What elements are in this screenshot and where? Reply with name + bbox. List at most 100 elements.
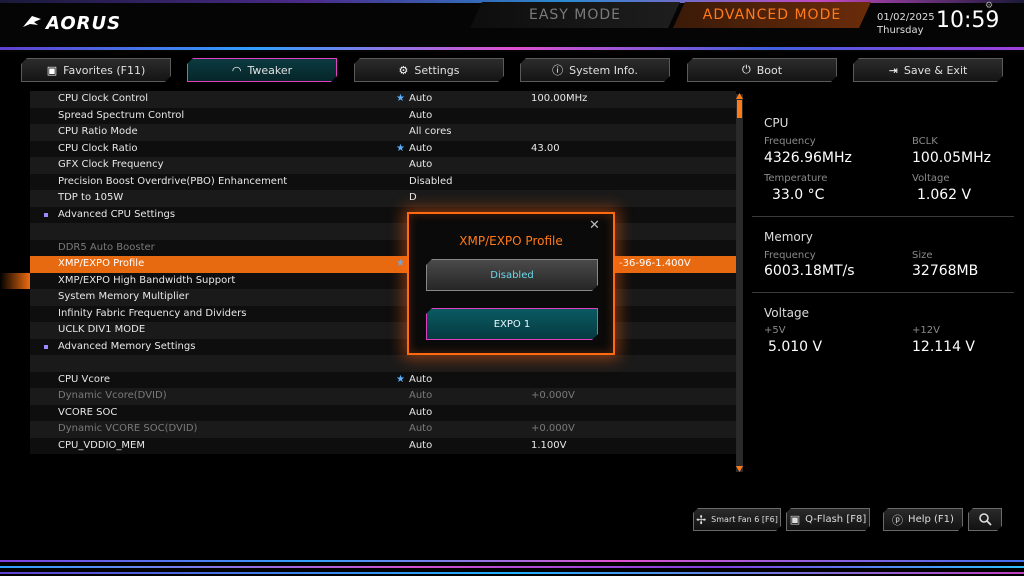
tab-save-exit[interactable]: ⇥ Save & Exit (853, 58, 1003, 82)
cpu-frequency-value: 4326.96MHz (764, 150, 852, 166)
search-icon (979, 513, 992, 526)
setting-label: System Memory Multiplier (58, 291, 189, 302)
setting-row[interactable]: Advanced Memory Settings (30, 338, 736, 355)
smart-fan-button[interactable]: ✢ Smart Fan 6 [F6] (693, 508, 781, 531)
setting-label: CPU Ratio Mode (58, 126, 138, 137)
logo-text: AORUS (46, 12, 122, 34)
memory-frequency-label: Frequency (764, 250, 816, 261)
setting-row[interactable]: Infinity Fabric Frequency and Dividers (30, 305, 736, 322)
fan-icon: ✢ (696, 512, 707, 527)
date-text: 01/02/2025 (877, 12, 935, 23)
tab-label: Settings (414, 63, 460, 77)
help-button[interactable]: ⓟ Help (F1) (883, 508, 963, 531)
day-text: Thursday (877, 25, 924, 36)
setting-label: Dynamic Vcore(DVID) (58, 390, 167, 401)
cpu-temperature-value: 33.0 °C (772, 187, 825, 203)
advanced-mode-button[interactable]: ADVANCED MODE (673, 2, 871, 28)
date-display: 01/02/2025 Thursday (877, 11, 935, 37)
tab-settings[interactable]: ⚙ Settings (354, 58, 504, 82)
setting-label: Advanced Memory Settings (58, 340, 196, 352)
favorite-star-icon[interactable]: ★ (396, 141, 405, 158)
gear-icon: ⚙ (398, 63, 409, 77)
setting-value[interactable]: D (409, 190, 417, 207)
footer-stripe (0, 566, 1024, 568)
setting-value[interactable]: Auto (409, 372, 432, 389)
setting-row[interactable]: CPU Vcore ★ Auto (30, 371, 736, 389)
setting-value[interactable]: Auto (409, 388, 432, 405)
qflash-button[interactable]: ▣ Q-Flash [F8] (786, 508, 870, 531)
scrollbar-thumb[interactable] (737, 100, 742, 118)
setting-value[interactable]: Disabled (409, 174, 452, 191)
favorite-star-icon[interactable]: ★ (396, 372, 405, 389)
setting-row[interactable]: XMP/EXPO Profile ★ -36-96-1.400V (30, 256, 736, 273)
memory-size-value: 32768MB (912, 263, 979, 279)
setting-row[interactable]: Dynamic Vcore(DVID) Auto +0.000V (30, 388, 736, 405)
setting-row[interactable]: XMP/EXPO High Bandwidth Support (30, 272, 736, 289)
setting-value[interactable]: Auto (409, 108, 432, 125)
option-expo1-button[interactable]: EXPO 1 (426, 308, 598, 340)
setting-value[interactable]: Auto (409, 405, 432, 422)
setting-row[interactable]: GFX Clock Frequency Auto (30, 157, 736, 174)
setting-row[interactable]: Dynamic VCORE SOC(DVID) Auto +0.000V (30, 421, 736, 438)
setting-row[interactable]: CPU Clock Ratio ★ Auto 43.00 (30, 140, 736, 158)
v12-value: 12.114 V (912, 339, 976, 355)
bclk-label: BCLK (912, 136, 938, 147)
setting-value[interactable]: Auto (409, 157, 432, 174)
aorus-eagle-icon (23, 16, 41, 27)
setting-value[interactable]: Auto (409, 91, 432, 108)
setting-row[interactable]: TDP to 105W D (30, 190, 736, 207)
setting-label: CPU Clock Ratio (58, 142, 138, 154)
setting-row[interactable]: Advanced CPU Settings (30, 206, 736, 223)
option-disabled-button[interactable]: Disabled (426, 259, 598, 291)
setting-value[interactable]: Auto (409, 141, 432, 158)
tab-tweaker[interactable]: ◠ Tweaker (187, 58, 337, 82)
tab-favorites[interactable]: ▣ Favorites (F11) (21, 58, 171, 82)
search-button[interactable] (968, 508, 1002, 531)
setting-row[interactable]: Spread Spectrum Control Auto (30, 107, 736, 125)
footer-decoration (0, 548, 1024, 576)
setting-row[interactable]: System Memory Multiplier (30, 289, 736, 306)
setting-row[interactable]: CPU Clock Control ★ Auto 100.00MHz (30, 91, 736, 108)
qflash-icon: ▣ (789, 513, 801, 526)
setting-row[interactable]: CPU_VDDIO_MEM Auto 1.100V (30, 437, 736, 455)
setting-label: UCLK DIV1 MODE (58, 324, 146, 335)
settings-gear-icon[interactable]: ⚙ (985, 1, 993, 11)
tab-boot[interactable]: ⏻ Boot (687, 58, 837, 82)
scrollbar-track[interactable] (736, 94, 743, 472)
setting-row[interactable]: CPU Ratio Mode All cores (30, 124, 736, 141)
exit-icon: ⇥ (888, 63, 898, 77)
setting-label: Advanced CPU Settings (58, 208, 176, 220)
setting-value[interactable]: Auto (409, 421, 432, 438)
tab-system-info[interactable]: ⓘ System Info. (520, 58, 670, 82)
voltage-section-title: Voltage (764, 306, 810, 320)
cpu-frequency-label: Frequency (764, 136, 816, 147)
setting-row[interactable]: VCORE SOC Auto (30, 404, 736, 422)
setting-secondary-value: 43.00 (531, 142, 560, 154)
xmp-expo-profile-dialog: ✕ XMP/EXPO Profile Disabled EXPO 1 (407, 212, 615, 355)
tab-label: Tweaker (247, 63, 293, 77)
setting-value[interactable]: All cores (409, 124, 451, 141)
cpu-temperature-label: Temperature (764, 173, 828, 184)
setting-value[interactable]: Auto (409, 438, 432, 455)
setting-label: XMP/EXPO High Bandwidth Support (58, 274, 236, 286)
submenu-bullet-icon (44, 344, 48, 349)
setting-secondary-value: 100.00MHz (531, 93, 588, 104)
setting-secondary-value: 1.100V (531, 439, 567, 451)
tab-label: Favorites (F11) (63, 63, 146, 77)
setting-label: TDP to 105W (58, 192, 124, 203)
dialog-title: XMP/EXPO Profile (459, 234, 563, 248)
setting-row[interactable]: UCLK DIV1 MODE (30, 322, 736, 339)
setting-row[interactable]: DDR5 Auto Booster (30, 239, 736, 256)
favorite-star-icon[interactable]: ★ (396, 91, 405, 108)
tab-label: Save & Exit (903, 63, 968, 77)
cpu-voltage-value: 1.062 V (917, 187, 972, 203)
info-divider (752, 216, 1014, 217)
header: AORUS EASY MODE ADVANCED MODE 01/02/2025… (0, 0, 1024, 52)
setting-row (30, 223, 736, 240)
setting-row[interactable]: Precision Boost Overdrive(PBO) Enhanceme… (30, 173, 736, 191)
v12-label: +12V (912, 325, 940, 336)
help-label: Help (F1) (908, 514, 954, 525)
easy-mode-button[interactable]: EASY MODE (470, 2, 680, 28)
close-icon[interactable]: ✕ (589, 218, 600, 233)
favorite-star-icon[interactable]: ★ (396, 256, 405, 273)
